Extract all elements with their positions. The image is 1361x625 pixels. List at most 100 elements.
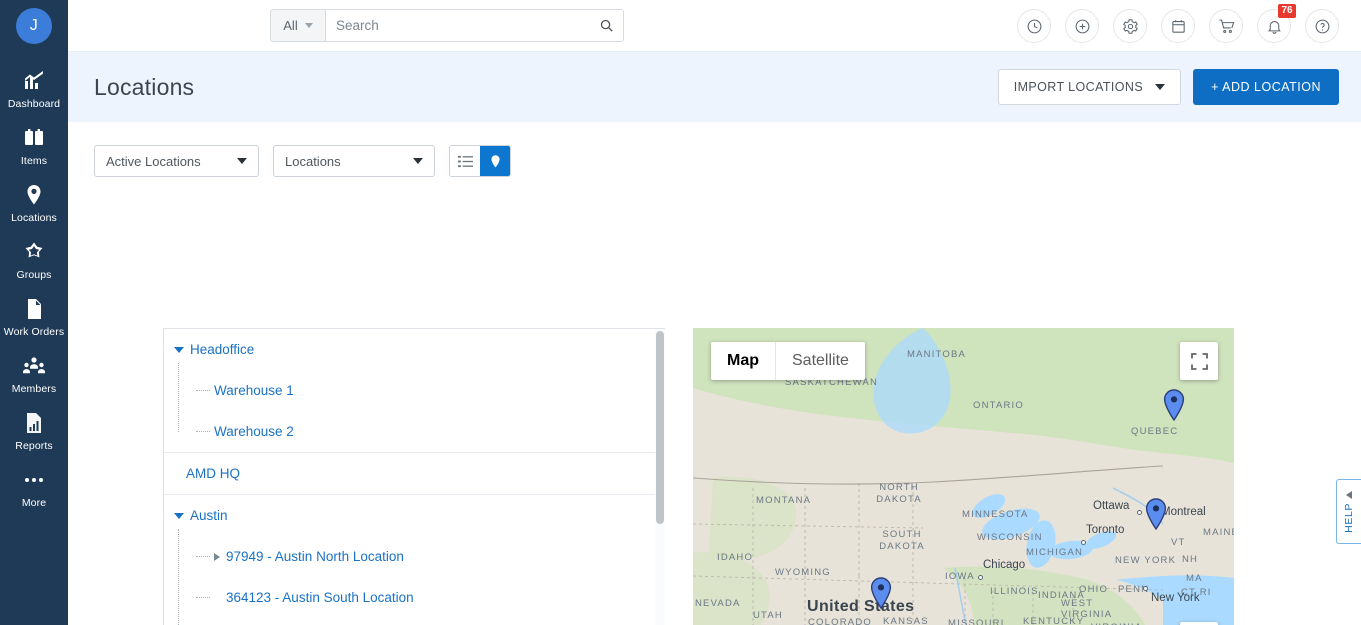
help-side-tab[interactable]: HELP	[1336, 479, 1361, 544]
sidebar-item-label: Dashboard	[8, 98, 60, 110]
report-chart-icon	[22, 411, 46, 435]
tree-group: Austin 97949 - Austin North Location	[164, 495, 665, 625]
cart-icon	[1218, 18, 1235, 35]
boxes-icon	[22, 126, 46, 150]
page-content: Active Locations Locations	[68, 122, 1361, 625]
search-scope-label: All	[283, 18, 297, 33]
tree-row[interactable]: 97949 - Austin North Location	[164, 536, 665, 577]
calendar-icon	[1170, 18, 1187, 35]
tree-row[interactable]: AMD HQ	[164, 453, 665, 494]
chevron-down-icon[interactable]	[174, 347, 184, 353]
tree-row[interactable]: Warehouse 1	[164, 370, 665, 411]
sidebar-item-more[interactable]: More	[0, 459, 68, 516]
notifications-button[interactable]: 76	[1257, 9, 1291, 43]
top-bar: All	[68, 0, 1361, 52]
app-root: J Dashboard Items Locations Groups	[0, 0, 1361, 625]
tree-row[interactable]: Austin	[164, 495, 665, 536]
search-scope-dropdown[interactable]: All	[271, 10, 326, 41]
global-search: All	[270, 9, 624, 42]
map-pin-icon	[488, 154, 503, 169]
sidebar-item-items[interactable]: Items	[0, 117, 68, 174]
people-icon	[22, 354, 46, 378]
chevron-down-icon[interactable]	[174, 513, 184, 519]
map-pin-quebec[interactable]	[1163, 389, 1185, 426]
tree-node-link[interactable]: Austin	[190, 508, 228, 523]
chevron-left-icon	[1346, 491, 1352, 499]
tree-branch-line	[196, 431, 210, 432]
sidebar-item-members[interactable]: Members	[0, 345, 68, 402]
add-button[interactable]	[1065, 9, 1099, 43]
add-location-button[interactable]: + ADD LOCATION	[1193, 69, 1339, 105]
tree-row[interactable]: Warehouse 2	[164, 411, 665, 452]
fullscreen-icon	[1191, 353, 1208, 370]
import-locations-label: IMPORT LOCATIONS	[1014, 80, 1143, 94]
import-locations-button[interactable]: IMPORT LOCATIONS	[998, 69, 1181, 105]
cart-button[interactable]	[1209, 9, 1243, 43]
map-pin-montreal[interactable]	[1145, 498, 1167, 535]
gear-icon	[1122, 18, 1139, 35]
history-clock-icon	[1026, 18, 1043, 35]
notification-badge: 76	[1278, 4, 1296, 18]
star-outline-icon	[22, 240, 46, 264]
tree-row[interactable]: Headoffice	[164, 329, 665, 370]
map-pin-icon	[22, 183, 46, 207]
chevron-right-icon[interactable]	[214, 553, 220, 561]
ellipsis-icon	[25, 468, 43, 492]
bell-icon	[1266, 18, 1283, 35]
settings-button[interactable]	[1113, 9, 1147, 43]
tree-scrollbar-thumb[interactable]	[656, 331, 664, 524]
filter-bar: Active Locations Locations	[68, 122, 1361, 177]
tree-node-link[interactable]: AMD HQ	[186, 466, 240, 481]
main-column: All	[68, 0, 1361, 625]
sidebar-item-label: Reports	[15, 440, 52, 452]
sidebar-item-work-orders[interactable]: Work Orders	[0, 288, 68, 345]
sidebar-item-label: Groups	[16, 269, 51, 281]
sidebar-item-label: Work Orders	[4, 326, 64, 338]
tree-branch-line	[196, 390, 210, 391]
avatar[interactable]: J	[16, 8, 52, 44]
locations-tree-panel: Headoffice Warehouse 1 Warehouse 2	[163, 328, 665, 625]
page-header: Locations IMPORT LOCATIONS + ADD LOCATIO…	[68, 52, 1361, 122]
page-header-actions: IMPORT LOCATIONS + ADD LOCATION	[998, 69, 1339, 105]
search-input[interactable]	[326, 10, 589, 41]
add-circle-icon	[1074, 18, 1091, 35]
map-city-dot	[978, 575, 983, 580]
sidebar-item-label: Locations	[11, 212, 57, 224]
tree-node-link[interactable]: 97949 - Austin North Location	[226, 549, 404, 564]
history-clock-button[interactable]	[1017, 9, 1051, 43]
sidebar-item-reports[interactable]: Reports	[0, 402, 68, 459]
map-city-dot	[1143, 586, 1148, 591]
sidebar-item-dashboard[interactable]: Dashboard	[0, 60, 68, 117]
map-type-map-button[interactable]: Map	[711, 342, 776, 380]
help-button[interactable]	[1305, 9, 1339, 43]
sidebar-item-groups[interactable]: Groups	[0, 231, 68, 288]
tree-row[interactable]: 458976 - Austin Warehouse	[164, 618, 665, 625]
tree-node-link[interactable]: Warehouse 1	[214, 383, 294, 398]
tree-scrollbar-track[interactable]	[655, 329, 665, 625]
tree-branch-line	[196, 597, 210, 598]
map-view-toggle[interactable]	[480, 146, 510, 176]
tree-group: Headoffice Warehouse 1 Warehouse 2	[164, 329, 665, 453]
map-pin-nebraska[interactable]	[870, 577, 892, 614]
tree-node-link[interactable]: Warehouse 2	[214, 424, 294, 439]
tree-node-link[interactable]: Headoffice	[190, 342, 254, 357]
search-submit-button[interactable]	[589, 10, 623, 41]
sidebar-item-locations[interactable]: Locations	[0, 174, 68, 231]
status-filter-label: Active Locations	[106, 154, 201, 169]
top-icon-bar: 76	[1017, 9, 1339, 43]
map-fullscreen-button[interactable]	[1180, 342, 1218, 380]
tree-node-link[interactable]: 364123 - Austin South Location	[226, 590, 414, 605]
list-view-toggle[interactable]	[450, 146, 480, 176]
tree-row[interactable]: 364123 - Austin South Location	[164, 577, 665, 618]
status-filter-select[interactable]: Active Locations	[94, 145, 259, 177]
calendar-button[interactable]	[1161, 9, 1195, 43]
map-type-satellite-button[interactable]: Satellite	[776, 342, 865, 380]
tree-branch-line	[196, 556, 210, 557]
map-city-dot	[1081, 540, 1086, 545]
help-tab-label: HELP	[1343, 503, 1355, 533]
chevron-down-icon	[1155, 84, 1165, 90]
type-filter-select[interactable]: Locations	[273, 145, 435, 177]
view-toggle-group	[449, 145, 511, 177]
chevron-down-icon	[413, 158, 423, 164]
locations-map[interactable]: SASKATCHEWAN MANITOBA ONTARIO QUEBEC MON…	[693, 328, 1234, 625]
